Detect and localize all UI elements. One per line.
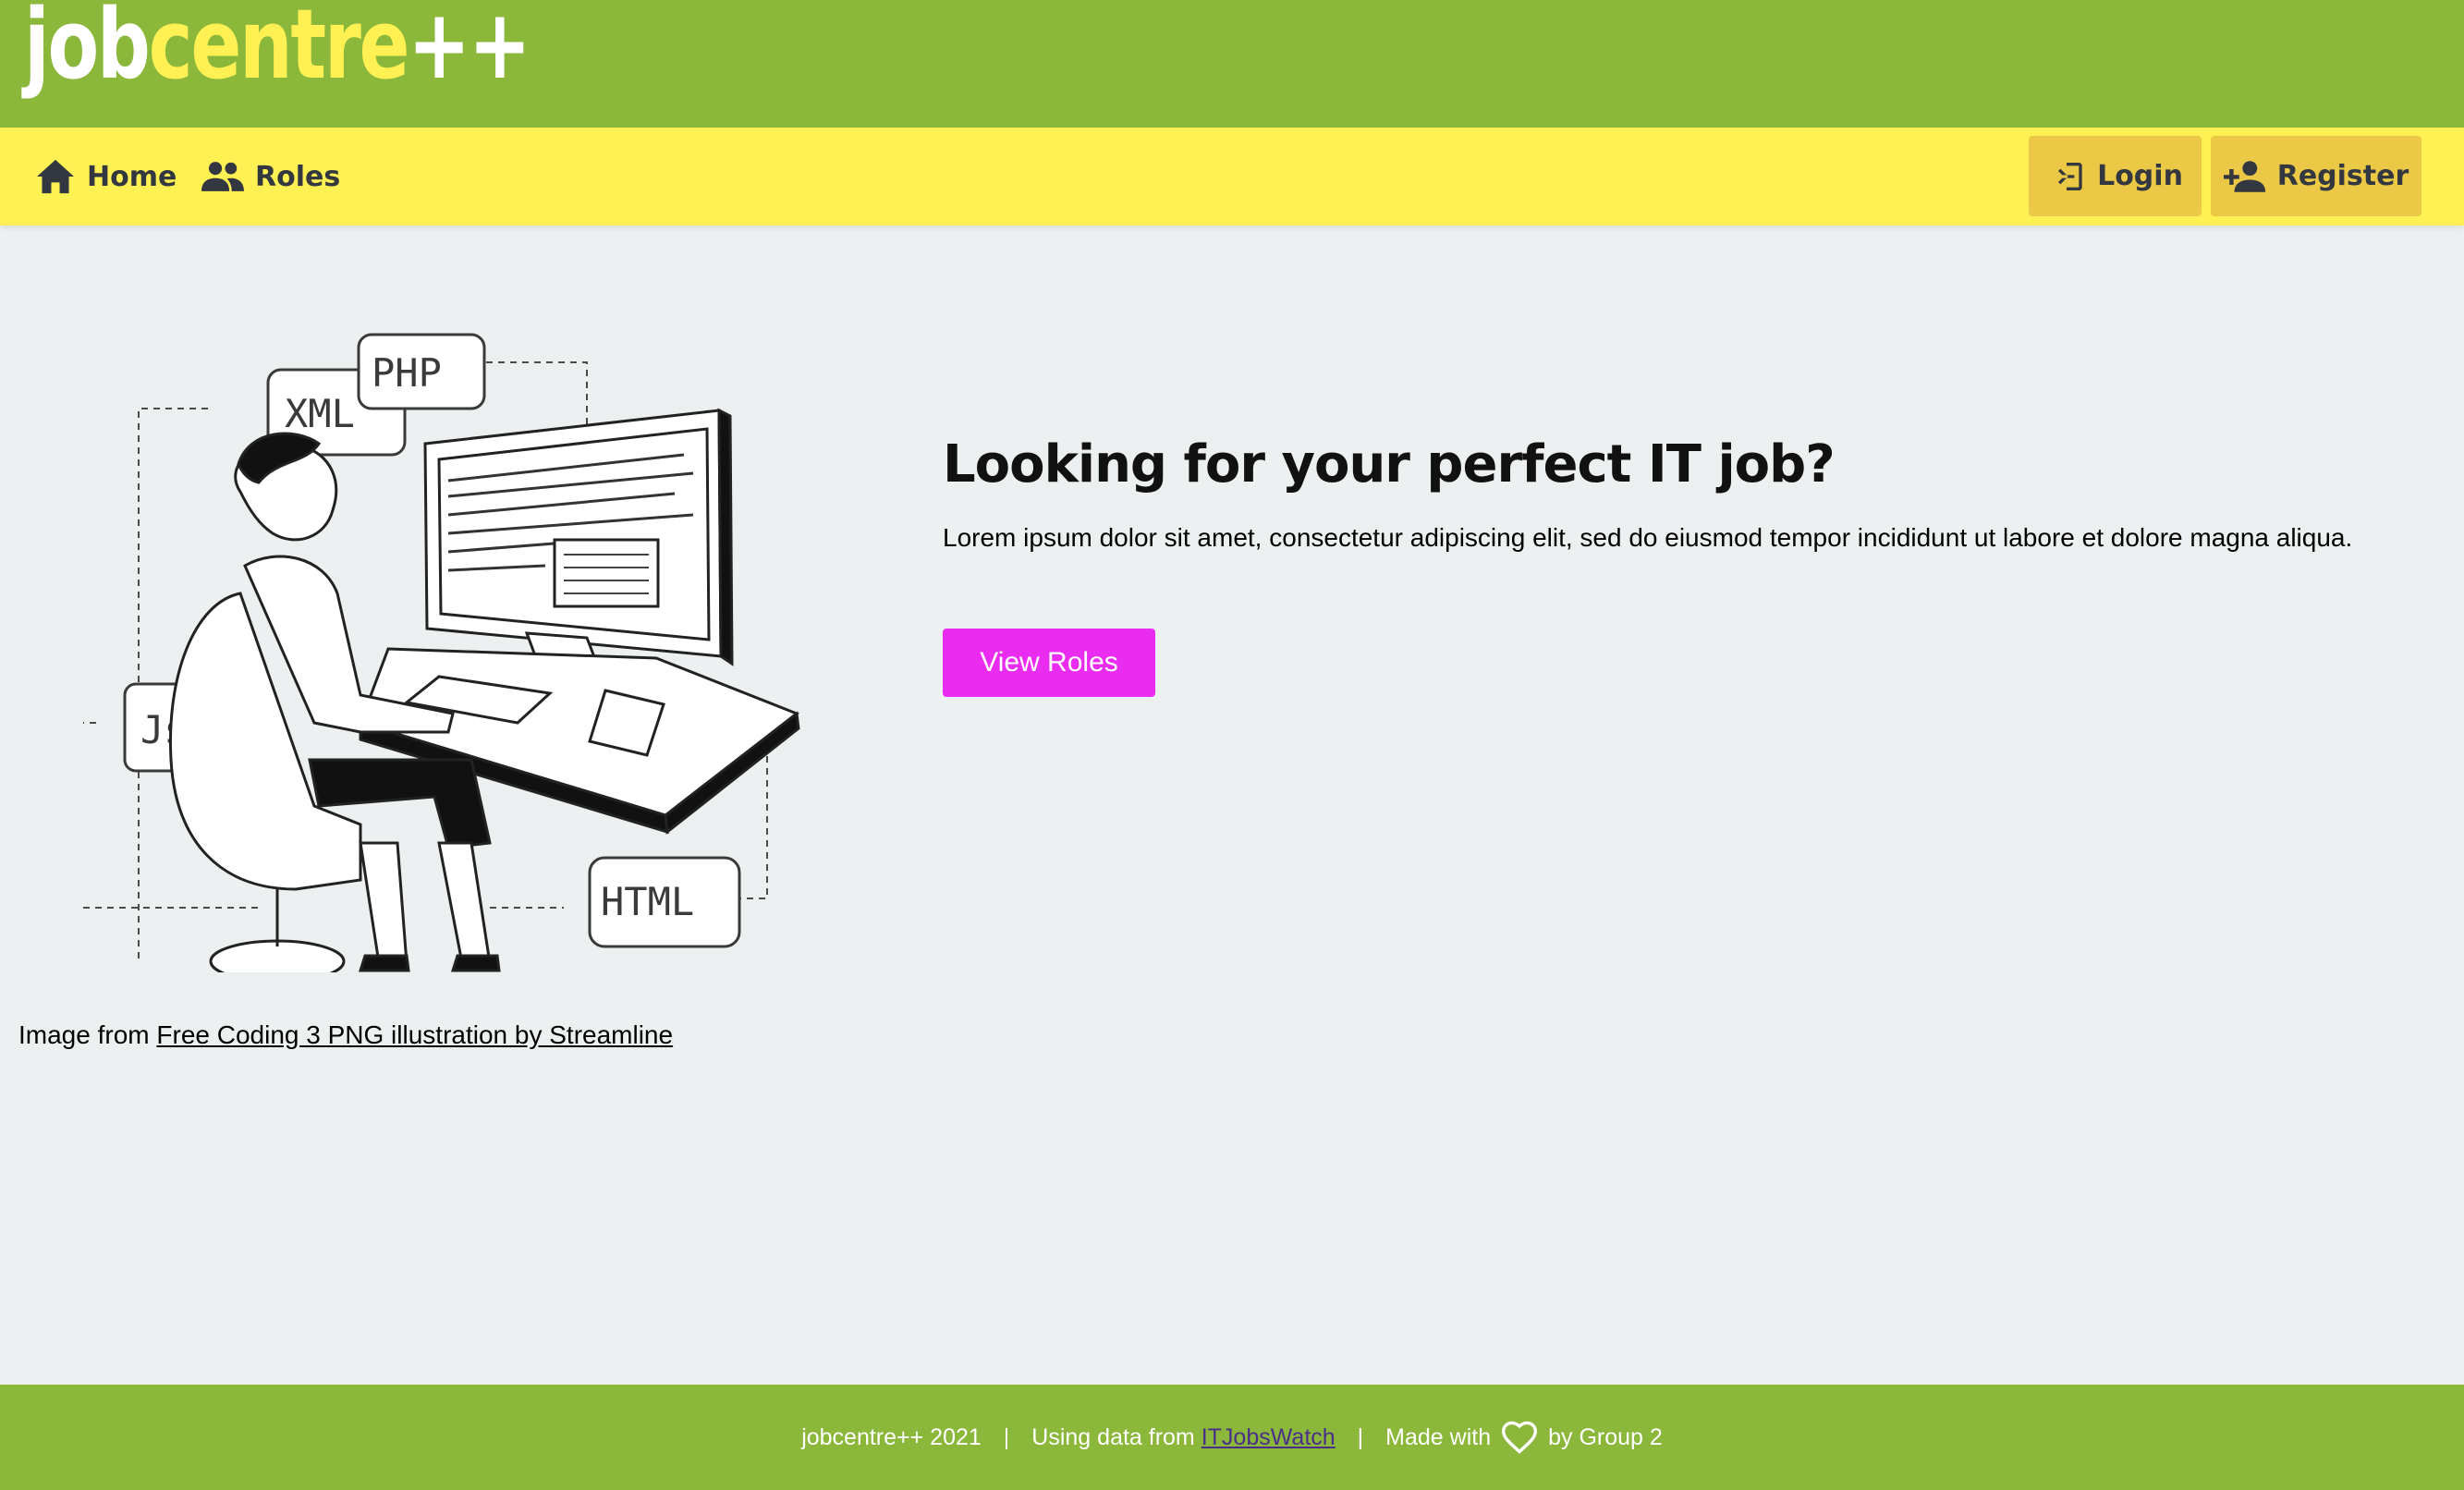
monitor bbox=[423, 408, 734, 666]
login-icon bbox=[2058, 162, 2082, 190]
view-roles-button[interactable]: View Roles bbox=[943, 629, 1155, 697]
site-footer: jobcentre++ 2021 | Using data from ITJob… bbox=[0, 1385, 2464, 1490]
login-label: Login bbox=[2097, 160, 2183, 192]
heart-icon bbox=[1500, 1420, 1539, 1455]
footer-by: by Group 2 bbox=[1548, 1423, 1663, 1450]
itjobswatch-link[interactable]: ITJobsWatch bbox=[1202, 1424, 1336, 1451]
person-add-icon bbox=[2223, 160, 2265, 192]
brand-header: jobcentre++ bbox=[0, 0, 2464, 128]
coding-illustration: XML PHP Js HTML bbox=[83, 333, 800, 972]
footer-copyright: jobcentre++ 2021 bbox=[801, 1423, 982, 1450]
tag-html: HTML bbox=[601, 879, 694, 924]
register-label: Register bbox=[2276, 160, 2409, 192]
footer-data-prefix: Using data from bbox=[1031, 1423, 1195, 1450]
footer-made-with: Made with bbox=[1385, 1423, 1492, 1450]
register-button[interactable]: Register bbox=[2211, 136, 2421, 216]
tag-xml: XML bbox=[285, 391, 355, 436]
footer-separator: | bbox=[1003, 1423, 1010, 1450]
nav-roles-link[interactable]: Roles bbox=[201, 128, 340, 226]
nav-home-link[interactable]: Home bbox=[35, 128, 177, 226]
people-icon bbox=[201, 162, 244, 191]
logo-part-plus: ++ bbox=[408, 0, 531, 101]
nav-roles-label: Roles bbox=[255, 160, 341, 193]
login-button[interactable]: Login bbox=[2029, 136, 2202, 216]
hero-description: Lorem ipsum dolor sit amet, consectetur … bbox=[943, 523, 2353, 552]
logo-part-job: job bbox=[24, 0, 151, 101]
tag-php: PHP bbox=[372, 350, 442, 396]
home-icon bbox=[37, 159, 74, 194]
credit-link[interactable]: Free Coding 3 PNG illustration by Stream… bbox=[156, 1020, 673, 1049]
hero-title: Looking for your perfect IT job? bbox=[943, 434, 1836, 495]
nav-home-label: Home bbox=[87, 160, 177, 193]
site-logo[interactable]: jobcentre++ bbox=[24, 0, 531, 92]
image-credit: Image from Free Coding 3 PNG illustratio… bbox=[18, 1020, 673, 1050]
credit-prefix: Image from bbox=[18, 1020, 157, 1049]
logo-part-centre: centre bbox=[148, 0, 410, 101]
desk bbox=[359, 647, 800, 835]
footer-separator: | bbox=[1357, 1423, 1364, 1450]
